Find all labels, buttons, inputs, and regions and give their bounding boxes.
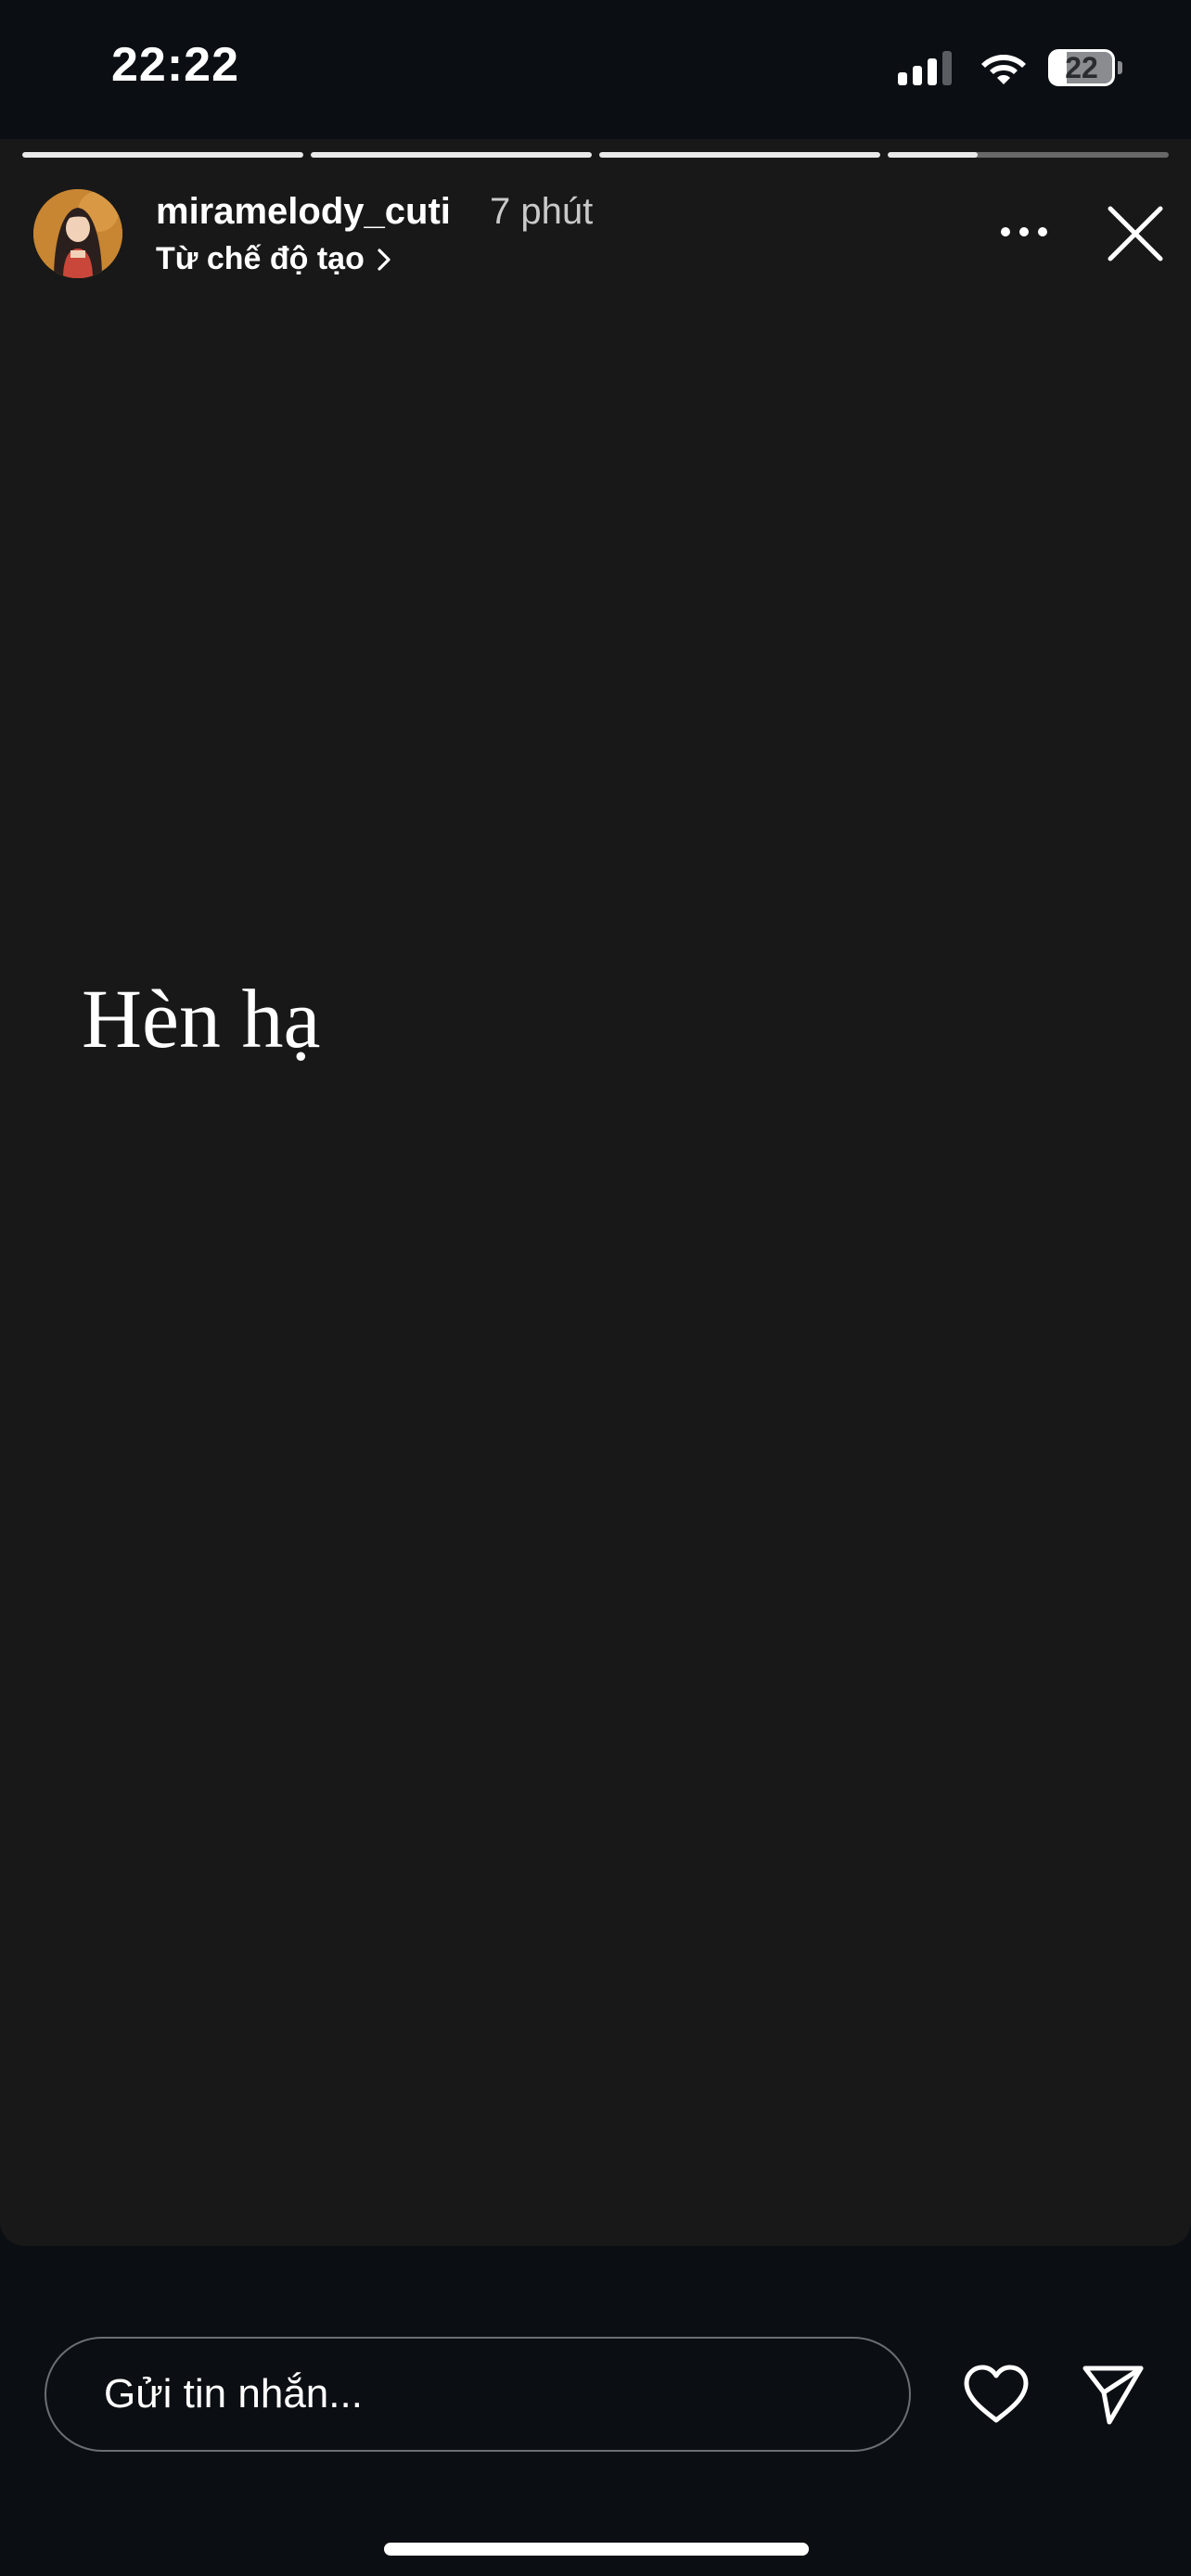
- story-header: miramelody_cuti 7 phút Từ chế độ tạo: [0, 178, 1191, 280]
- cellular-signal-icon: [898, 50, 957, 85]
- progress-segment: [599, 152, 880, 158]
- send-icon: [1082, 2366, 1144, 2425]
- reply-bar: [0, 2246, 1191, 2576]
- more-options-button[interactable]: [998, 206, 1050, 258]
- story-time: 7 phút: [490, 191, 594, 232]
- like-button[interactable]: [959, 2361, 1033, 2428]
- status-bar: 22:22 22: [0, 0, 1191, 139]
- battery-icon: 22: [1048, 49, 1122, 86]
- close-button[interactable]: [1102, 200, 1169, 267]
- message-input[interactable]: [45, 2337, 911, 2452]
- progress-segment: [22, 152, 303, 158]
- status-icons: 22: [898, 45, 1122, 91]
- share-button[interactable]: [1076, 2357, 1150, 2431]
- battery-level: 22: [1065, 51, 1098, 84]
- avatar[interactable]: [33, 189, 122, 278]
- heart-icon: [964, 2365, 1029, 2423]
- story-text: Hèn hạ: [82, 974, 321, 1065]
- username[interactable]: miramelody_cuti: [156, 191, 451, 233]
- story-progress: [22, 152, 1169, 158]
- home-indicator: [384, 2543, 809, 2556]
- progress-segment: [311, 152, 592, 158]
- story-card[interactable]: miramelody_cuti 7 phút Từ chế độ tạo Hèn…: [0, 139, 1191, 2246]
- source-link[interactable]: Từ chế độ tạo: [156, 241, 392, 277]
- more-horizontal-icon: [1001, 227, 1047, 236]
- chevron-right-icon: [378, 248, 391, 271]
- source-label: Từ chế độ tạo: [156, 241, 365, 276]
- close-icon: [1108, 206, 1163, 261]
- status-time: 22:22: [111, 38, 239, 92]
- progress-segment: [888, 152, 1169, 158]
- wifi-icon: [981, 55, 1026, 84]
